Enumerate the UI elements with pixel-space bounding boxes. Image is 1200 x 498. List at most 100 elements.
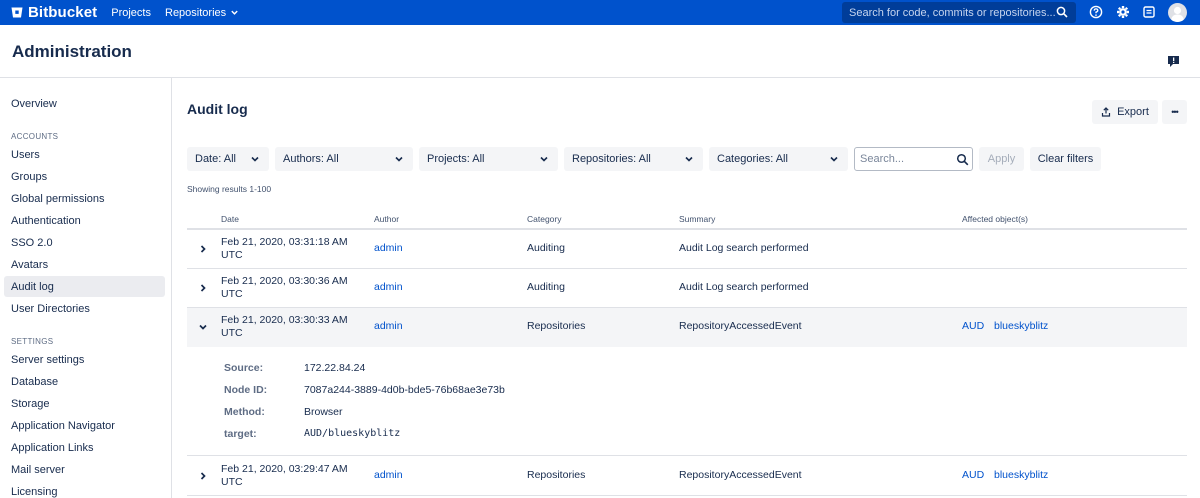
bitbucket-logo-icon [11,7,23,18]
chevron-down-icon [395,156,403,162]
table-row[interactable]: Feb 21, 2020, 03:31:18 AM UTC admin Audi… [187,230,1187,269]
nav-projects[interactable]: Projects [111,7,151,19]
affected-project-link[interactable]: AUD [962,469,984,482]
row-date-timezone: UTC [221,327,243,339]
feedback-icon[interactable] [1167,55,1180,68]
detail-node-id-value: 7087a244-3889-4d0b-bde5-76b68ae3e73b [304,384,505,396]
sidebar-item-users[interactable]: Users [4,144,165,165]
chevron-down-icon[interactable] [198,322,208,332]
sidebar-item-authentication[interactable]: Authentication [4,210,165,231]
authors-filter[interactable]: Authors: All [275,147,413,171]
repositories-filter-label: Repositories: All [572,153,651,165]
user-avatar[interactable] [1168,3,1187,22]
row-date-timezone: UTC [221,476,243,488]
detail-target-label: target: [224,428,257,440]
nav-repositories-label: Repositories [165,6,227,19]
projects-filter[interactable]: Projects: All [419,147,558,171]
row-category: Auditing [527,281,565,293]
sidebar-item-licensing[interactable]: Licensing [4,481,165,498]
chevron-right-icon[interactable] [198,283,208,293]
help-icon[interactable] [1089,5,1103,19]
chevron-down-icon [830,156,838,162]
table-row[interactable]: Feb 21, 2020, 03:29:47 AM UTC admin Repo… [187,457,1187,496]
detail-source-value: 172.22.84.24 [304,362,366,374]
sidebar-heading-settings: SETTINGS [11,337,54,346]
brand-name: Bitbucket [28,4,98,21]
sidebar-item-sso[interactable]: SSO 2.0 [4,232,165,253]
sidebar-item-application-links[interactable]: Application Links [4,437,165,458]
sidebar-item-user-directories[interactable]: User Directories [4,298,165,319]
row-date-value: Feb 21, 2020, 03:30:36 AM [221,275,348,287]
sidebar-item-database[interactable]: Database [4,371,165,392]
column-header-affected-objects: Affected object(s) [962,214,1028,224]
detail-target-value: AUD/blueskyblitz [304,428,401,439]
projects-filter-label: Projects: All [427,153,485,165]
detail-node-id-label: Node ID: [224,384,268,396]
chevron-right-icon[interactable] [198,244,208,254]
chevron-down-icon [685,156,693,162]
apply-label: Apply [987,153,1016,165]
row-category: Auditing [527,242,565,254]
column-header-author: Author [374,214,400,224]
row-author-link[interactable]: admin [374,242,403,255]
clear-filters-label: Clear filters [1037,153,1094,165]
export-label: Export [1117,106,1149,118]
gear-icon[interactable] [1116,5,1130,19]
user-avatar-icon [1171,6,1184,22]
row-summary: RepositoryAccessedEvent [679,469,802,481]
row-author-link[interactable]: admin [374,281,403,294]
sidebar-item-groups[interactable]: Groups [4,166,165,187]
admin-sidebar: Overview ACCOUNTS Users Groups Global pe… [0,78,172,498]
table-row-expanded[interactable]: Feb 21, 2020, 03:30:33 AM UTC admin Repo… [187,308,1187,347]
audit-log-title: Audit log [187,101,248,117]
audit-search-input[interactable]: Search... [854,147,973,171]
row-date-value: Feb 21, 2020, 03:31:18 AM [221,236,348,248]
sidebar-item-avatars[interactable]: Avatars [4,254,165,275]
categories-filter-label: Categories: All [717,153,788,165]
affected-project-link[interactable]: AUD [962,320,984,333]
sidebar-heading-accounts: ACCOUNTS [11,132,59,141]
chevron-right-icon[interactable] [198,471,208,481]
sidebar-item-overview[interactable]: Overview [4,93,165,114]
affected-repository-link[interactable]: blueskyblitz [994,320,1048,333]
row-category: Repositories [527,469,586,481]
detail-source-label: Source: [224,362,264,374]
categories-filter[interactable]: Categories: All [709,147,848,171]
bitbucket-logo[interactable]: Bitbucket [11,4,97,21]
repositories-filter[interactable]: Repositories: All [564,147,703,171]
apply-button[interactable]: Apply [979,147,1024,171]
row-author-link[interactable]: admin [374,469,403,482]
row-date-timezone: UTC [221,249,243,261]
date-filter-label: Date: All [195,153,236,165]
authors-filter-label: Authors: All [283,153,339,165]
export-button[interactable]: Export [1092,100,1158,124]
row-date: Feb 21, 2020, 03:31:18 AM UTC [221,236,348,262]
search-icon[interactable] [956,153,969,166]
row-date: Feb 21, 2020, 03:30:36 AM UTC [221,275,348,301]
date-filter[interactable]: Date: All [187,147,269,171]
row-author-link[interactable]: admin [374,320,403,333]
export-icon [1101,107,1111,117]
detail-method-label: Method: [224,406,265,418]
sidebar-item-storage[interactable]: Storage [4,393,165,414]
global-search-input[interactable]: Search for code, commits or repositories… [842,2,1076,23]
affected-repository-link[interactable]: blueskyblitz [994,469,1048,482]
sidebar-item-audit-log[interactable]: Audit log [4,276,165,297]
row-date: Feb 21, 2020, 03:29:47 AM UTC [221,463,348,489]
table-row[interactable]: Feb 21, 2020, 03:30:36 AM UTC admin Audi… [187,269,1187,308]
chevron-down-icon [231,10,238,15]
row-summary: RepositoryAccessedEvent [679,320,802,332]
sidebar-item-mail-server[interactable]: Mail server [4,459,165,480]
sidebar-item-application-navigator[interactable]: Application Navigator [4,415,165,436]
results-count: Showing results 1-100 [187,184,272,194]
more-actions-button[interactable]: ••• [1162,100,1187,124]
row-date-value: Feb 21, 2020, 03:30:33 AM [221,314,348,326]
search-icon[interactable] [1056,6,1068,18]
sidebar-item-global-permissions[interactable]: Global permissions [4,188,165,209]
notifications-icon[interactable] [1142,5,1156,19]
row-summary: Audit Log search performed [679,281,809,293]
clear-filters-button[interactable]: Clear filters [1030,147,1101,171]
sidebar-item-server-settings[interactable]: Server settings [4,349,165,370]
nav-repositories[interactable]: Repositories [165,7,239,19]
row-date-timezone: UTC [221,288,243,300]
